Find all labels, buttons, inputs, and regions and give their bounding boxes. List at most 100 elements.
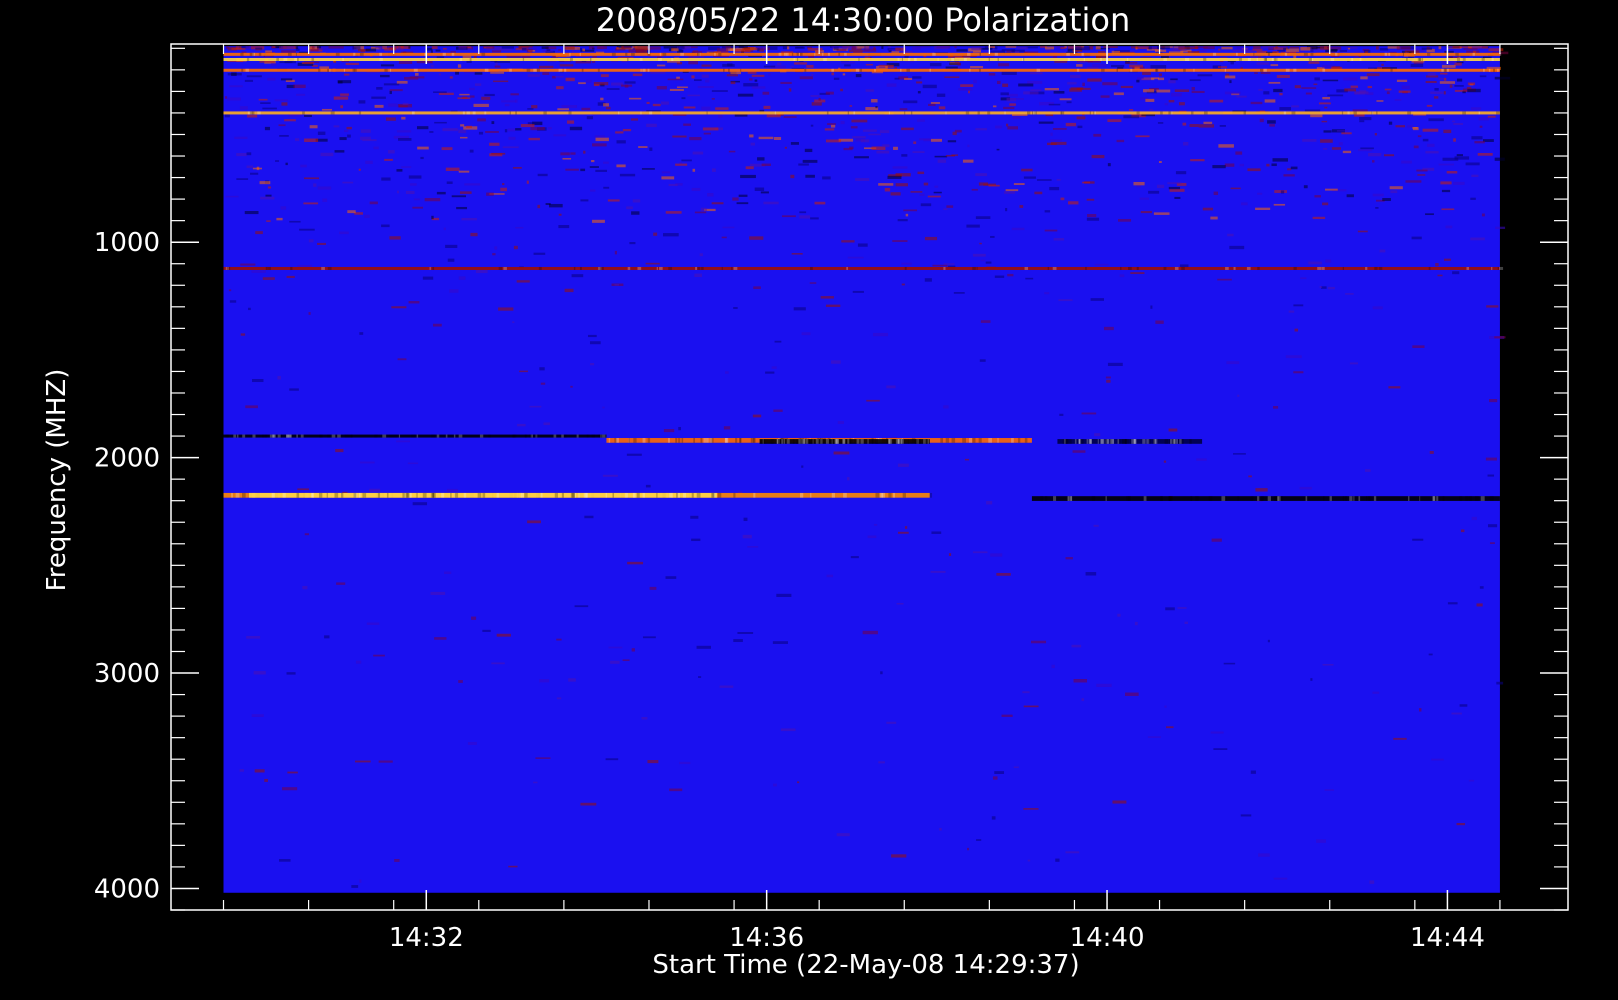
- noise-speck: [677, 46, 685, 49]
- band-striation: [1455, 52, 1459, 56]
- noise-speck: [687, 94, 700, 97]
- band-striation: [637, 266, 642, 270]
- noise-speck: [786, 46, 790, 50]
- noise-speck: [1107, 362, 1123, 367]
- noise-speck: [1487, 115, 1496, 118]
- band-striation: [680, 52, 684, 56]
- noise-speck: [831, 360, 841, 364]
- noise-speck: [851, 119, 868, 123]
- band-striation: [1267, 52, 1271, 56]
- noise-speck: [701, 106, 711, 110]
- noise-speck: [308, 239, 314, 243]
- noise-speck: [847, 477, 850, 481]
- noise-speck: [1093, 133, 1102, 137]
- band-striation: [520, 492, 524, 498]
- noise-speck: [836, 833, 850, 837]
- noise-speck: [850, 126, 858, 129]
- noise-speck: [790, 142, 799, 145]
- noise-speck: [1006, 123, 1009, 127]
- noise-speck: [1412, 127, 1419, 131]
- noise-speck: [1212, 165, 1226, 169]
- noise-speck: [401, 166, 412, 168]
- band-striation: [625, 492, 629, 498]
- noise-speck: [913, 141, 917, 144]
- noise-speck: [1027, 859, 1031, 862]
- noise-speck: [972, 551, 988, 554]
- band-striation: [1126, 58, 1129, 62]
- noise-speck: [398, 60, 413, 64]
- band-striation: [1017, 438, 1021, 443]
- noise-speck: [1327, 286, 1335, 290]
- noise-speck: [1354, 91, 1369, 94]
- noise-speck: [373, 654, 385, 657]
- band-striation: [310, 492, 314, 498]
- noise-speck: [798, 163, 809, 166]
- noise-speck: [279, 859, 291, 862]
- band-striation: [888, 111, 890, 115]
- band-striation: [1047, 266, 1049, 270]
- noise-speck: [531, 105, 538, 109]
- noise-speck: [743, 83, 759, 87]
- band-striation: [1203, 111, 1208, 115]
- noise-speck: [843, 147, 853, 151]
- band-striation: [1091, 496, 1096, 501]
- noise-speck: [1103, 326, 1114, 331]
- noise-speck: [420, 156, 424, 160]
- noise-speck: [1094, 263, 1109, 266]
- noise-speck: [656, 86, 667, 90]
- band-striation: [296, 434, 298, 438]
- noise-speck: [381, 224, 390, 228]
- band-striation: [902, 492, 906, 498]
- noise-speck: [412, 502, 428, 506]
- noise-speck: [558, 225, 570, 229]
- noise-speck: [296, 93, 306, 96]
- band-striation: [318, 492, 323, 498]
- noise-speck: [930, 570, 946, 573]
- noise-speck: [539, 65, 554, 69]
- noise-speck: [1411, 236, 1422, 240]
- noise-speck: [647, 760, 659, 764]
- noise-speck: [1069, 88, 1082, 92]
- noise-speck: [774, 340, 782, 343]
- noise-speck: [621, 46, 624, 49]
- noise-speck: [882, 144, 890, 148]
- noise-speck: [1178, 46, 1185, 50]
- noise-speck: [980, 259, 986, 262]
- noise-speck: [875, 106, 878, 109]
- noise-speck: [1129, 109, 1134, 111]
- noise-speck: [1310, 678, 1313, 681]
- noise-speck: [1470, 237, 1485, 241]
- band-striation: [240, 52, 244, 56]
- noise-speck: [1030, 72, 1043, 75]
- noise-speck: [1474, 141, 1485, 144]
- band-striation: [540, 492, 543, 498]
- noise-speck: [568, 678, 576, 682]
- noise-speck: [285, 162, 288, 166]
- band-striation: [658, 58, 662, 62]
- noise-speck: [304, 533, 309, 536]
- noise-speck: [707, 193, 714, 197]
- noise-speck: [1175, 171, 1187, 175]
- noise-speck: [960, 84, 974, 87]
- x-tick-label: 14:44: [1410, 923, 1485, 953]
- noise-speck: [892, 166, 908, 169]
- band-striation: [1446, 68, 1449, 72]
- noise-speck: [928, 103, 936, 107]
- noise-speck: [322, 198, 328, 202]
- band-striation: [819, 439, 822, 444]
- band-striation: [296, 492, 300, 498]
- noise-speck: [302, 585, 308, 590]
- band-striation: [897, 58, 900, 62]
- y-tick-label: 4000: [94, 874, 160, 904]
- noise-speck: [389, 90, 392, 95]
- noise-speck: [1129, 64, 1144, 68]
- noise-speck: [824, 128, 835, 131]
- noise-speck: [445, 244, 458, 248]
- band-striation: [1330, 58, 1335, 62]
- noise-speck: [352, 46, 361, 50]
- noise-speck: [1038, 121, 1054, 124]
- band-striation: [413, 68, 418, 72]
- noise-speck: [1446, 171, 1458, 174]
- band-striation: [1291, 111, 1296, 115]
- band-striation: [1163, 266, 1167, 270]
